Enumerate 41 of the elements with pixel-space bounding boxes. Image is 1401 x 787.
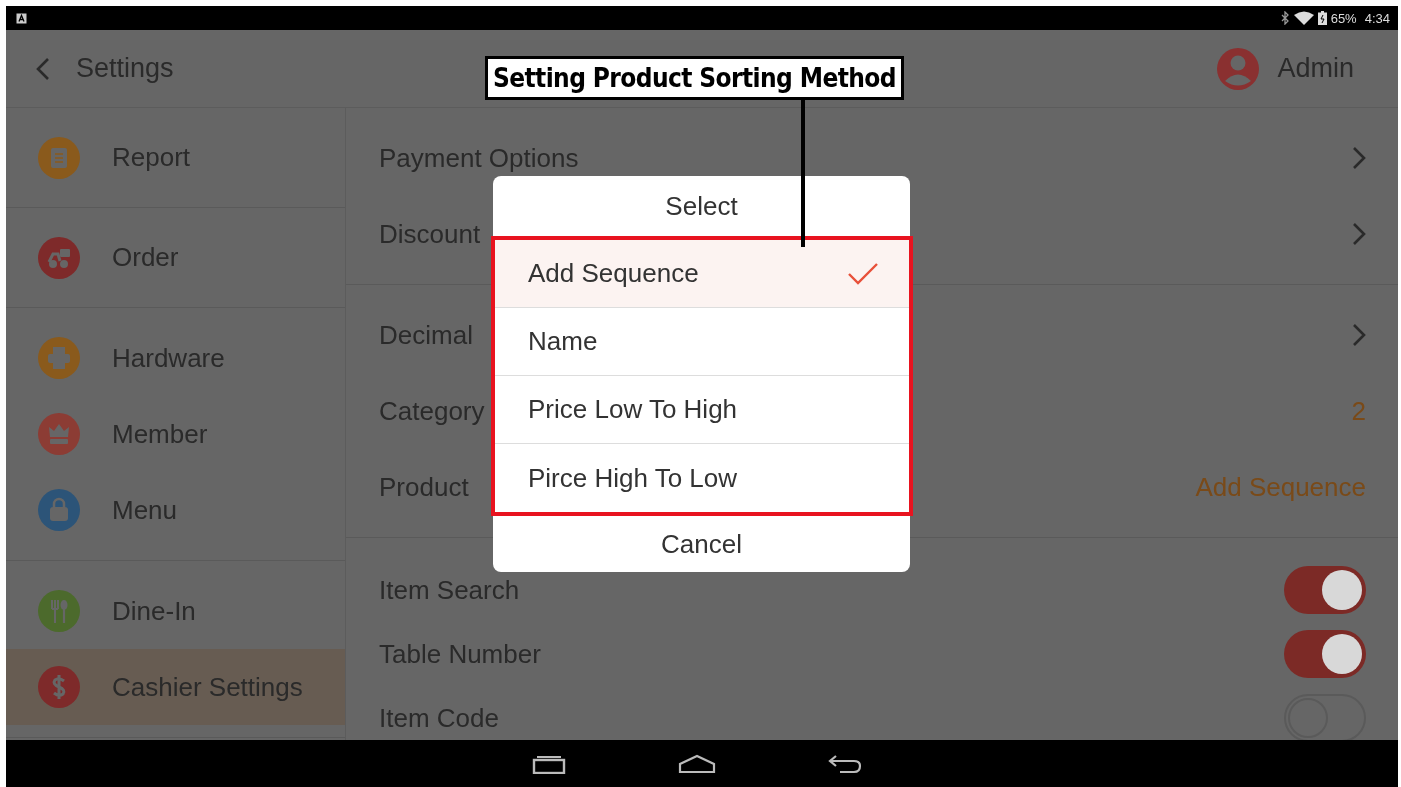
- clock-time: 4:34: [1364, 10, 1390, 26]
- sidebar-item[interactable]: Menu: [6, 472, 345, 548]
- sort-option[interactable]: Price Low To High: [495, 376, 909, 444]
- sort-option[interactable]: Pirce High To Low: [495, 444, 909, 512]
- sidebar-item[interactable]: Order: [6, 208, 345, 307]
- setting-label: Table Number: [379, 638, 541, 670]
- back-chevron-icon: [36, 56, 50, 81]
- setting-label: Product: [379, 471, 469, 503]
- recent-apps-icon[interactable]: [532, 753, 566, 774]
- sidebar-item[interactable]: Member: [6, 396, 345, 472]
- setting-label: Category: [379, 395, 485, 427]
- home-icon[interactable]: [678, 753, 716, 774]
- sort-option[interactable]: Name: [495, 308, 909, 376]
- sidebar-item[interactable]: Dine-In: [6, 573, 345, 649]
- setting-label: Item Code: [379, 702, 499, 734]
- user-name[interactable]: Admin: [1277, 53, 1354, 84]
- wifi-icon: [1293, 11, 1314, 25]
- chevron-right-icon[interactable]: [1352, 323, 1366, 347]
- dialog-title: Select: [665, 190, 738, 222]
- sidebar-item[interactable]: Report: [6, 108, 345, 207]
- setting-label: Payment Options: [379, 142, 579, 174]
- back-button[interactable]: Settings: [36, 53, 174, 84]
- chevron-right-icon[interactable]: [1352, 222, 1366, 246]
- setting-value[interactable]: Add Sequence: [1195, 471, 1366, 503]
- battery-icon: [1317, 11, 1327, 25]
- back-icon[interactable]: [828, 753, 862, 774]
- setting-label: Discount: [379, 218, 481, 250]
- notification-icon: [16, 12, 27, 24]
- bluetooth-icon: [1280, 11, 1290, 25]
- toggle-switch[interactable]: [1284, 566, 1366, 614]
- checkmark-icon: [847, 261, 879, 286]
- sort-option[interactable]: Add Sequence: [495, 240, 909, 308]
- setting-label: Item Search: [379, 574, 520, 606]
- sidebar-item[interactable]: Hardware: [6, 320, 345, 396]
- chevron-right-icon[interactable]: [1352, 146, 1366, 170]
- setting-label: Decimal: [379, 319, 473, 351]
- setting-value[interactable]: 2: [1351, 395, 1366, 427]
- cancel-button[interactable]: Cancel: [493, 516, 910, 572]
- battery-percent: 65%: [1330, 10, 1357, 26]
- callout-label: Setting Product Sorting Method: [485, 56, 904, 100]
- sidebar-item[interactable]: Cashier Settings: [6, 649, 345, 725]
